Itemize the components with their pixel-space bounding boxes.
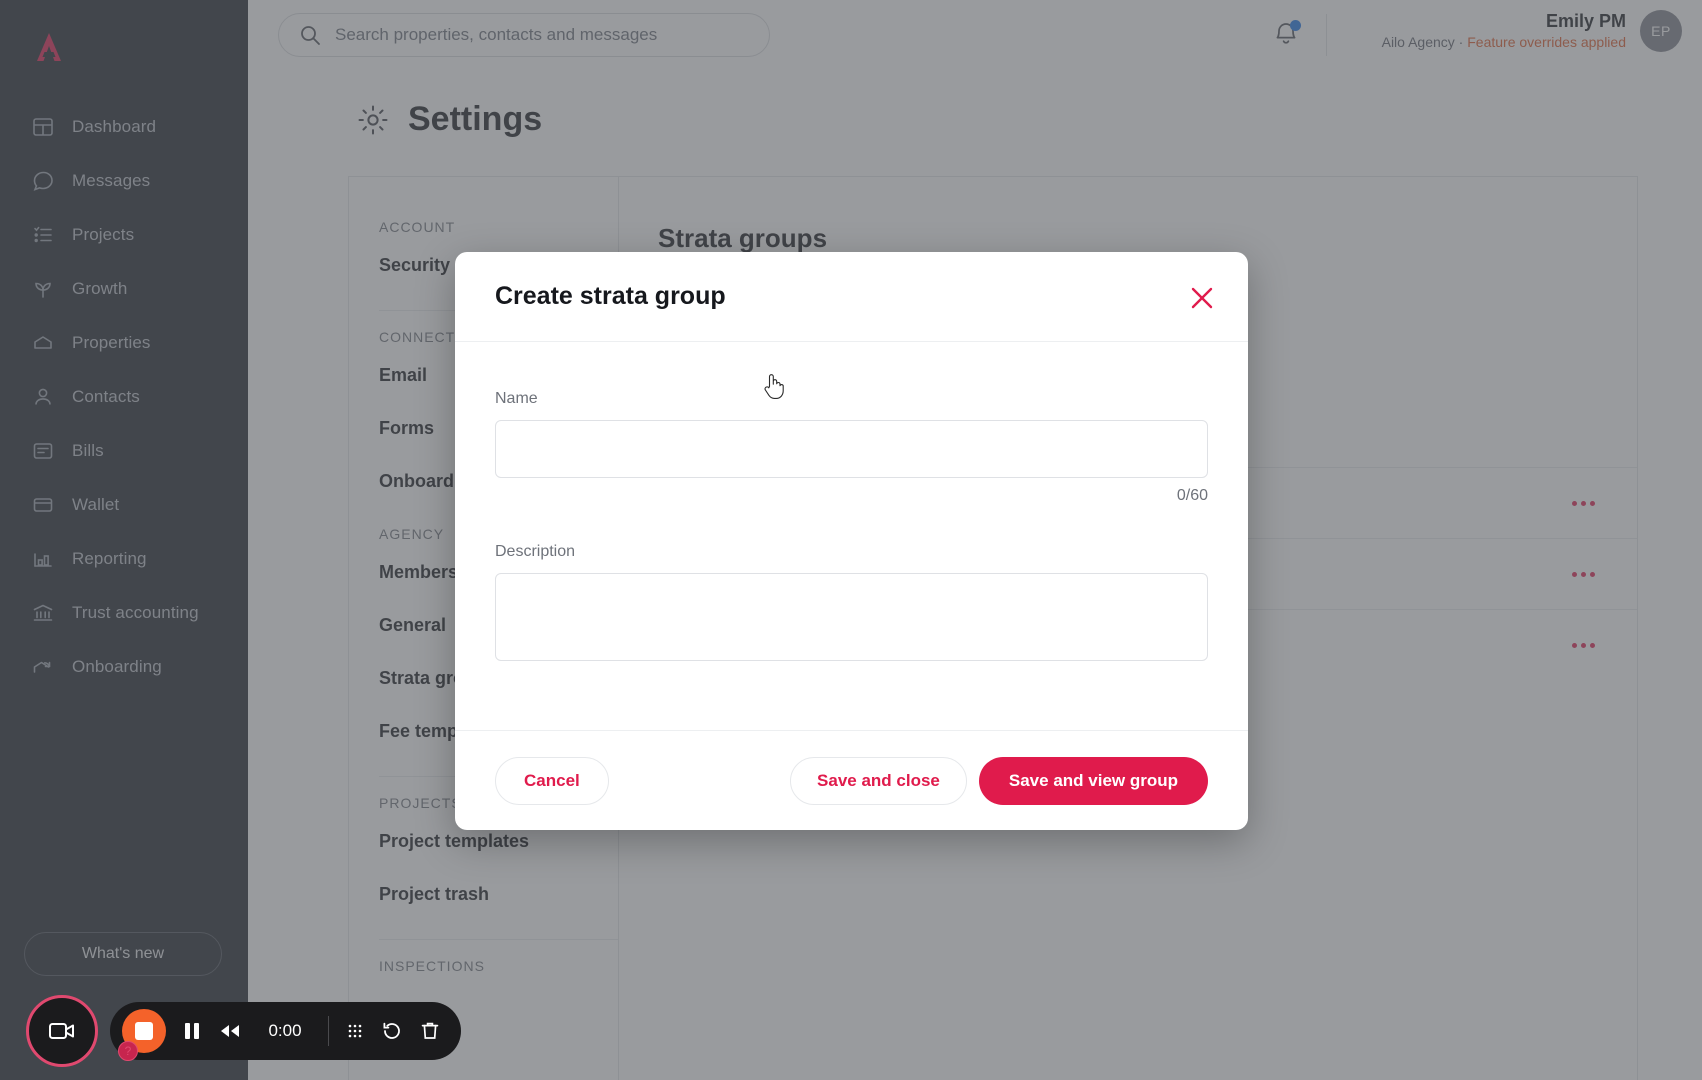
drag-handle-icon[interactable] [345,1021,365,1041]
dialog-header: Create strata group [455,252,1248,342]
recorder-controls: 0:00 [110,1002,461,1060]
dialog-footer: Cancel Save and close Save and view grou… [455,730,1248,830]
description-field: Description [495,543,1208,666]
cancel-button[interactable]: Cancel [495,756,609,805]
create-strata-group-dialog: Create strata group Name 0/60 Descriptio… [455,252,1248,830]
rewind-icon[interactable] [218,1021,242,1041]
trash-icon[interactable] [419,1020,441,1042]
description-input[interactable] [495,573,1208,661]
dialog-title: Create strata group [495,282,726,310]
name-field-label: Name [495,390,538,407]
close-icon[interactable] [1178,274,1226,322]
recorder-divider [328,1016,329,1046]
screen: Emily PM Ailo Agency · Feature overrides… [0,0,1702,1080]
save-and-close-button[interactable]: Save and close [790,756,967,805]
name-input[interactable] [495,420,1208,478]
footer-actions: Save and close Save and view group [790,756,1208,805]
save-and-view-group-button[interactable]: Save and view group [978,756,1208,805]
description-field-label: Description [495,543,576,560]
restart-icon[interactable] [381,1020,403,1042]
dialog-body: Name 0/60 Description [455,342,1248,666]
video-camera-icon[interactable] [26,995,98,1067]
name-character-counter: 0/60 [1176,487,1208,504]
pause-icon[interactable] [182,1020,202,1042]
recording-time: 0:00 [268,1021,302,1040]
question-mark-icon[interactable]: ? [118,1041,138,1061]
